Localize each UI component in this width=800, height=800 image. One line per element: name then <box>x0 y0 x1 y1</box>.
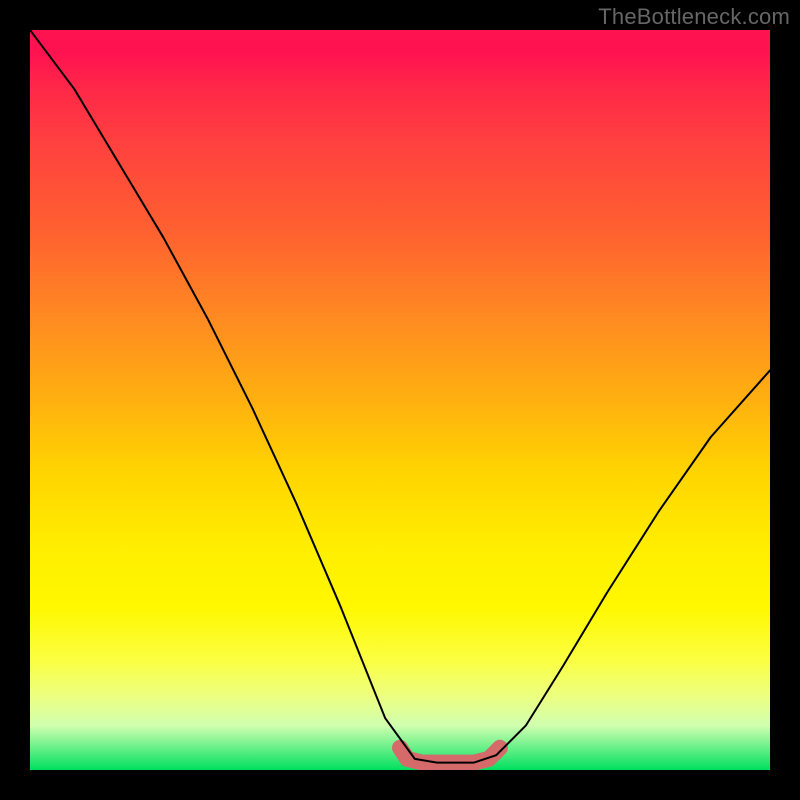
valley-band <box>400 748 500 763</box>
watermark-text: TheBottleneck.com <box>598 4 790 30</box>
curve-svg <box>30 30 770 770</box>
bottleneck-curve <box>30 30 770 763</box>
chart-frame: TheBottleneck.com <box>0 0 800 800</box>
curve-group <box>30 30 770 763</box>
plot-area <box>30 30 770 770</box>
